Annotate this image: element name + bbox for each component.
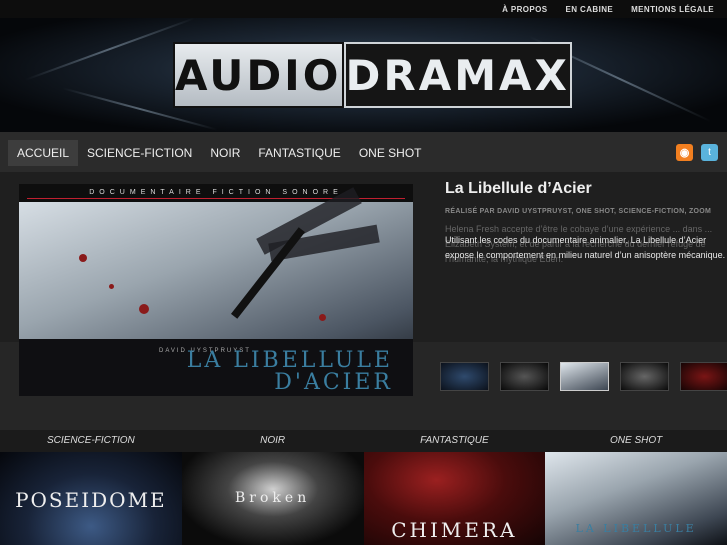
site-logo[interactable]: AUDIO DRAMAX — [173, 42, 572, 108]
poster-title: CHIMERA — [391, 518, 518, 542]
nav-about-link[interactable]: À PROPOS — [502, 5, 547, 14]
logo-dramax: DRAMAX — [343, 42, 572, 108]
poster-title: Broken — [235, 490, 311, 506]
thumbnail[interactable] — [440, 362, 489, 391]
thumbnail[interactable] — [500, 362, 549, 391]
thumbnail[interactable] — [680, 362, 727, 391]
poster-title: LA LIBELLULE — [575, 522, 697, 535]
category-oneshot[interactable]: ONE SHOT — [545, 430, 727, 452]
thumbnail[interactable] — [560, 362, 609, 391]
nav-home[interactable]: ACCUEIL — [8, 140, 79, 166]
article-description: Utilisant les codes du documentaire anim… — [445, 235, 726, 260]
nav-legal-link[interactable]: MENTIONS LÉGALE — [631, 5, 714, 14]
main-nav: ACCUEIL SCIENCE-FICTION NOIR FANTASTIQUE… — [0, 132, 727, 172]
rss-icon[interactable]: ◉ — [676, 144, 693, 161]
article-title[interactable]: La Libellule d’Acier — [445, 180, 592, 198]
poster-noir[interactable]: Broken — [181, 452, 364, 545]
nav-scifi[interactable]: SCIENCE-FICTION — [78, 140, 201, 166]
category-fantastique[interactable]: FANTASTIQUE — [364, 430, 546, 452]
poster-scifi[interactable]: POSEIDOME — [0, 452, 182, 545]
logo-audio: AUDIO — [173, 42, 344, 108]
twitter-icon[interactable]: t — [701, 144, 718, 161]
poster-oneshot[interactable]: LA LIBELLULE — [545, 452, 727, 545]
thumbnail[interactable] — [620, 362, 669, 391]
nav-fantastique[interactable]: FANTASTIQUE — [249, 140, 349, 166]
featured-image[interactable]: DOCUMENTAIRE FICTION SONORE DAVID UYSTPR… — [19, 184, 413, 396]
poster-title: POSEIDOME — [15, 488, 167, 512]
category-scifi[interactable]: SCIENCE-FICTION — [0, 430, 182, 452]
category-noir[interactable]: NOIR — [182, 430, 364, 452]
image-title-2: D'ACIER — [274, 370, 393, 395]
poster-fantastique[interactable]: CHIMERA — [363, 452, 546, 545]
nav-noir[interactable]: NOIR — [201, 140, 249, 166]
slider-thumbnails — [440, 362, 727, 391]
nav-oneshot[interactable]: ONE SHOT — [350, 140, 431, 166]
category-posters: POSEIDOME Broken CHIMERA LA LIBELLULE — [0, 452, 727, 545]
nav-cabin-link[interactable]: EN CABINE — [566, 5, 614, 14]
header-banner: AUDIO DRAMAX — [0, 18, 727, 132]
article-meta[interactable]: RÉALISÉ PAR DAVID UYSTPRUYST, ONE SHOT, … — [445, 206, 715, 218]
top-nav: À PROPOS EN CABINE MENTIONS LÉGALE — [0, 0, 727, 18]
category-bar: SCIENCE-FICTION NOIR FANTASTIQUE ONE SHO… — [0, 430, 727, 452]
